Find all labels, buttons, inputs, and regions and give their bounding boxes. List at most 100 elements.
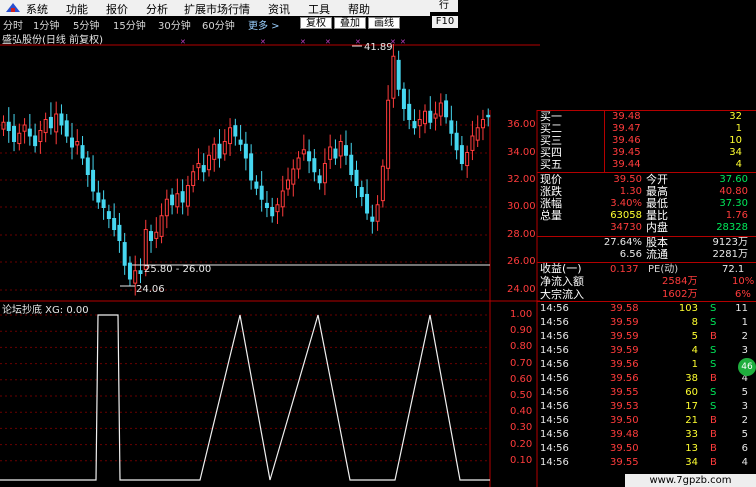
tick-volume: 4 (691, 345, 698, 356)
candle (164, 198, 169, 217)
tick-side: B (710, 443, 717, 454)
y-tick: 36.00 (507, 119, 536, 130)
bid-level-label: 买五 (540, 158, 562, 171)
block-inflow-label: 大宗流入 (540, 288, 584, 301)
tick-volume: 103 (678, 303, 698, 314)
candle (459, 145, 464, 164)
tick-volume: 34 (685, 457, 698, 468)
tick-time: 14:56 (540, 359, 569, 370)
tick-count: 6 (741, 443, 748, 454)
candle (222, 141, 227, 155)
candle (201, 165, 206, 173)
tick-count: 1 (741, 317, 748, 328)
candle (480, 119, 485, 129)
bid-level-price: 39.45 (612, 147, 641, 158)
high-price-label: 41.89 (364, 42, 393, 53)
candle (286, 179, 291, 190)
candle (112, 218, 117, 230)
svg-text:✕: ✕ (325, 38, 331, 46)
candle (191, 171, 196, 186)
tick-price: 39.50 (610, 443, 639, 454)
stat-value: 39.50 (613, 174, 642, 185)
tick-volume: 38 (685, 373, 698, 384)
indicator-y-tick: 0.70 (510, 357, 533, 369)
candle (180, 191, 185, 203)
candle (396, 59, 401, 90)
stat-value: 1.30 (619, 186, 642, 197)
candle (370, 216, 375, 222)
bid-level-price: 39.46 (612, 135, 641, 146)
tick-side: S (710, 345, 717, 356)
tick-time: 14:56 (540, 401, 569, 412)
candle (149, 231, 154, 241)
tick-price: 39.50 (610, 415, 639, 426)
candle (280, 190, 285, 208)
candle (12, 125, 17, 142)
stat-label: 内盘 (646, 221, 668, 234)
y-tick: 28.00 (507, 229, 536, 240)
tick-time: 14:56 (540, 303, 569, 314)
tick-side: S (710, 387, 717, 398)
candle (444, 100, 449, 118)
candle (27, 128, 32, 137)
tick-side: S (710, 317, 717, 328)
candle (391, 55, 396, 99)
net-inflow-label: 净流入额 (540, 275, 584, 288)
pe-label: PE(动) (648, 264, 679, 275)
bid-level-price: 39.48 (612, 111, 641, 122)
candle (454, 132, 459, 151)
tick-price: 39.48 (610, 429, 639, 440)
tick-volume: 5 (691, 331, 698, 342)
y-tick: 24.00 (507, 284, 536, 295)
tick-time: 14:56 (540, 317, 569, 328)
kline-chart[interactable]: ✕ ✕ ✕ ✕ ✕ ✕ ✕ (0, 0, 756, 487)
candle (138, 270, 143, 274)
candle (475, 127, 480, 141)
tick-volume: 33 (685, 429, 698, 440)
pe-value: 72.1 (722, 264, 745, 275)
tick-side: B (710, 457, 717, 468)
tick-count: 11 (735, 303, 748, 314)
stat-value: 28328 (716, 222, 748, 233)
candle (170, 194, 175, 206)
tick-volume: 1 (691, 359, 698, 370)
candle (423, 110, 428, 125)
indicator-y-tick: 0.60 (510, 373, 533, 385)
tick-side: B (710, 415, 717, 426)
tick-time: 14:56 (540, 429, 569, 440)
candle (212, 143, 217, 160)
stat-value: 34730 (610, 222, 642, 233)
candle (233, 125, 238, 137)
candle (365, 193, 370, 214)
candle (428, 110, 433, 123)
tick-price: 39.58 (610, 303, 639, 314)
tick-price: 39.55 (610, 457, 639, 468)
tick-volume: 17 (685, 401, 698, 412)
tick-volume: 60 (685, 387, 698, 398)
indicator-y-tick: 1.00 (510, 309, 533, 320)
tick-side: B (710, 331, 717, 342)
candle (80, 145, 85, 159)
bid-level-volume: 34 (729, 147, 742, 158)
indicator-line (0, 314, 490, 481)
candle (217, 143, 222, 159)
tick-count: 2 (741, 415, 748, 426)
candle (159, 215, 164, 237)
candle (486, 114, 491, 118)
tick-count: 3 (741, 345, 748, 356)
block-inflow-pct: 6% (735, 289, 751, 300)
candle (249, 153, 254, 181)
tick-price: 39.55 (610, 387, 639, 398)
candle (1, 121, 6, 130)
candle (401, 88, 406, 109)
low-price-label: 24.06 (136, 284, 165, 295)
candle (59, 113, 64, 126)
badge-count[interactable]: 46 (738, 358, 756, 376)
candle (470, 135, 475, 151)
candle (127, 262, 132, 280)
candle (375, 204, 380, 222)
candlestick-series (1, 43, 491, 296)
candle (91, 169, 96, 192)
tick-price: 39.59 (610, 317, 639, 328)
indicator-y-tick: 0.40 (510, 406, 533, 418)
